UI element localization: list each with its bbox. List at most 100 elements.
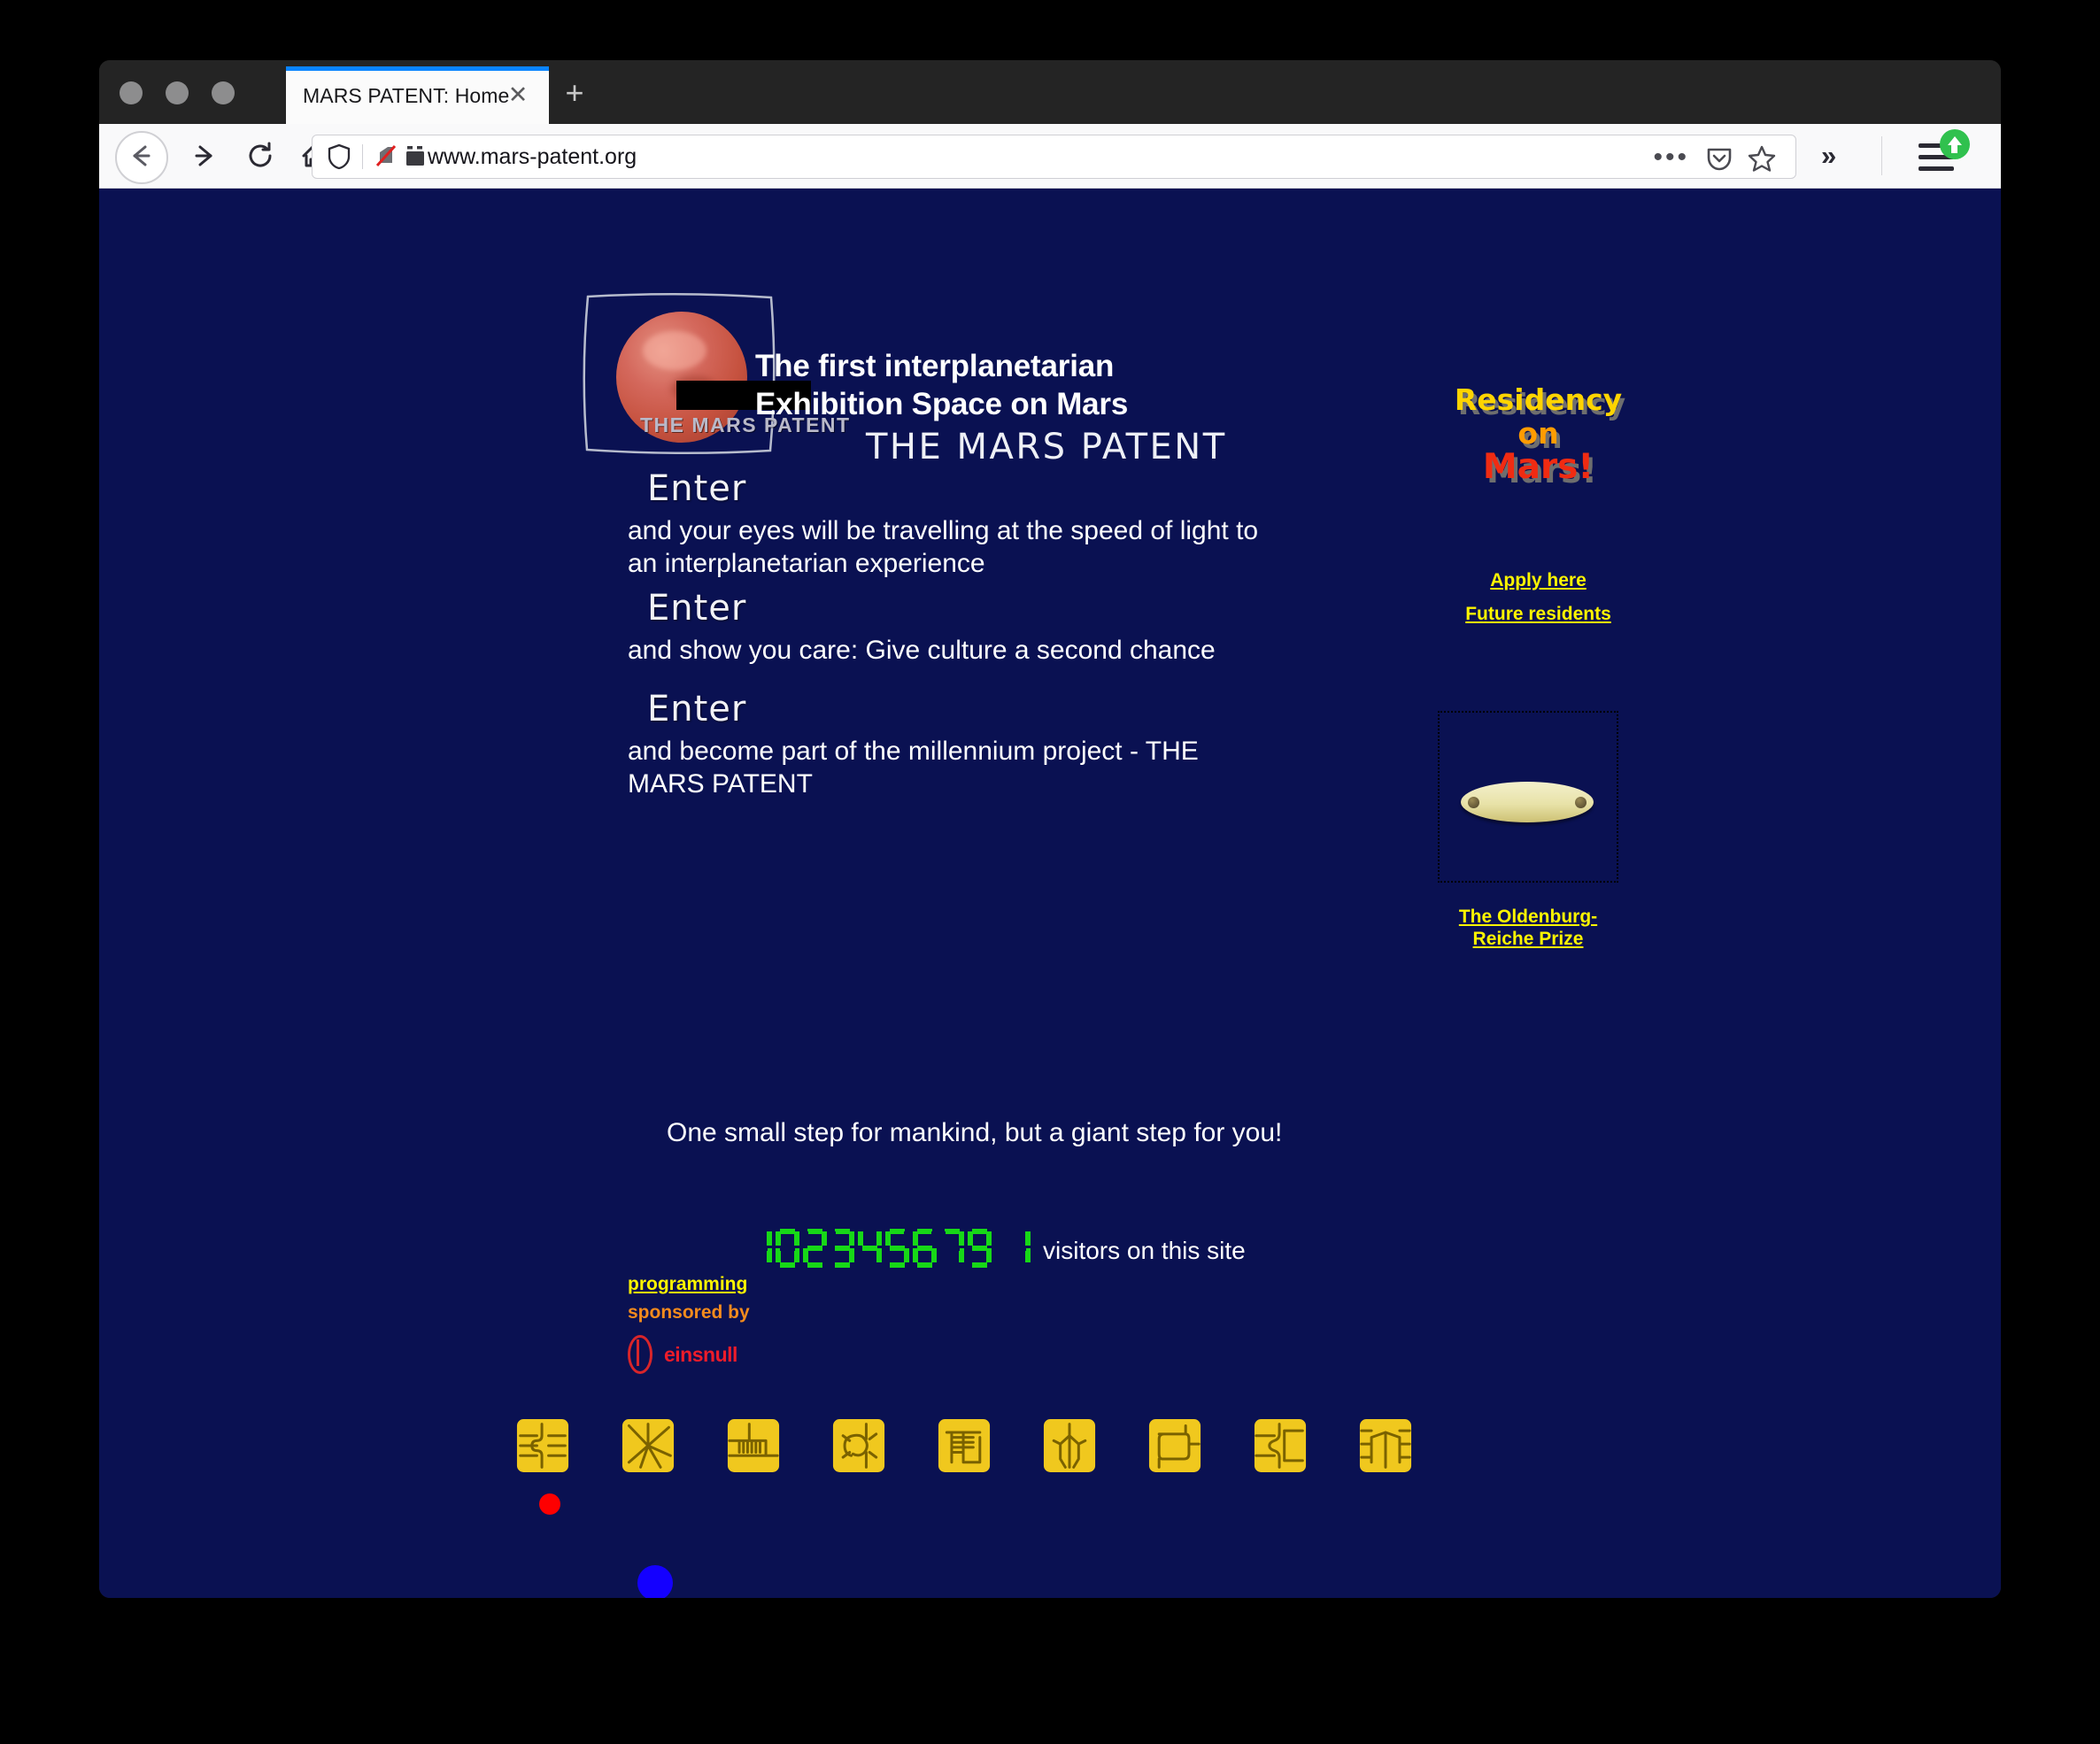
page-actions-icon[interactable]: ••• xyxy=(1653,144,1689,171)
enter-text-3: and become part of the millennium projec… xyxy=(628,737,1199,799)
chip-contacts-8-icon[interactable] xyxy=(1253,1419,1308,1472)
lcd-segment-g xyxy=(945,1246,960,1251)
lcd-trailing-digit xyxy=(1007,1229,1031,1268)
lcd-segment-b xyxy=(767,1231,772,1246)
lcd-segment-d xyxy=(753,1262,768,1268)
tab-title: MARS PATENT: Home xyxy=(303,84,510,107)
residency-banner[interactable]: Residency on Mars! xyxy=(1439,385,1638,485)
badge-rivet-left xyxy=(1468,797,1479,808)
lcd-segment-f xyxy=(940,1231,946,1246)
lcd-segment-a xyxy=(780,1229,795,1234)
page-headline: The first interplanetarian Exhibition Sp… xyxy=(755,347,1227,467)
lcd-segment-g xyxy=(972,1246,987,1251)
camera-permission-icon[interactable] xyxy=(405,144,428,167)
headline-line-3: THE MARS PATENT xyxy=(866,427,1227,467)
close-icon[interactable]: ✕ xyxy=(505,81,531,108)
enter-block-3[interactable]: Enter and become part of the millennium … xyxy=(628,689,1274,800)
chip-contacts-7-icon[interactable] xyxy=(1147,1419,1202,1472)
tagline: One small step for mankind, but a giant … xyxy=(667,1118,1283,1147)
back-arrow-icon[interactable] xyxy=(119,135,161,177)
residency-line-2: on xyxy=(1517,415,1559,451)
lcd-segment-g xyxy=(807,1246,822,1251)
chip-contacts-4-icon[interactable] xyxy=(831,1419,886,1472)
tab-active-indicator xyxy=(286,66,549,71)
programming-link[interactable]: programming xyxy=(628,1274,750,1295)
bookmark-star-icon[interactable] xyxy=(1748,144,1776,173)
lcd-segment-d xyxy=(890,1262,905,1268)
lcd-segment-f xyxy=(913,1231,918,1246)
lcd-segment-g xyxy=(917,1246,932,1251)
lcd-segment-f xyxy=(776,1231,781,1246)
lcd-segment-b xyxy=(904,1231,909,1246)
lcd-digit xyxy=(1007,1229,1031,1268)
forward-arrow-icon[interactable] xyxy=(184,135,227,177)
mars-patent-logo[interactable]: THE MARS PATENT xyxy=(575,288,849,460)
future-residents-link[interactable]: Future residents xyxy=(1439,604,1638,625)
lcd-segment-f xyxy=(885,1231,891,1246)
apply-here-link[interactable]: Apply here xyxy=(1439,570,1638,591)
lcd-segment-a xyxy=(753,1229,768,1234)
enter-link-3[interactable]: Enter xyxy=(647,689,1274,729)
red-marker-dot[interactable] xyxy=(539,1493,560,1515)
toolbar-divider xyxy=(1881,136,1882,175)
enter-link-2[interactable]: Enter xyxy=(647,588,1216,629)
enter-block-1[interactable]: Enter and your eyes will be travelling a… xyxy=(628,468,1283,580)
lcd-segment-d xyxy=(780,1262,795,1268)
update-available-badge[interactable] xyxy=(1940,129,1970,159)
lcd-segment-a xyxy=(917,1229,932,1234)
lcd-segment-a xyxy=(862,1229,877,1234)
tab-mars-patent-home[interactable]: MARS PATENT: Home ✕ xyxy=(286,66,549,124)
enter-link-1[interactable]: Enter xyxy=(647,468,1283,509)
lcd-segment-d xyxy=(917,1262,932,1268)
lcd-segment-b xyxy=(822,1231,827,1246)
lcd-segment-b xyxy=(849,1231,854,1246)
einsnull-label: einsnull xyxy=(664,1342,737,1366)
lcd-segment-a xyxy=(1011,1229,1026,1234)
lcd-segment-f xyxy=(1007,1231,1012,1246)
lcd-segment-d xyxy=(835,1262,850,1268)
address-bar[interactable]: www.mars-patent.org ••• xyxy=(312,135,1796,179)
counter-label: visitors on this site xyxy=(1043,1237,1246,1264)
reload-icon[interactable] xyxy=(239,135,282,177)
sponsored-by-label: sponsored by xyxy=(628,1302,750,1323)
lcd-segment-a xyxy=(945,1229,960,1234)
residency-line-3: Mars! xyxy=(1482,447,1594,488)
lcd-digit xyxy=(803,1229,827,1268)
browser-window: MARS PATENT: Home ✕ + www.mars-patent.or… xyxy=(99,60,2001,1598)
chip-contacts-9-icon[interactable] xyxy=(1358,1419,1413,1472)
url-text[interactable]: www.mars-patent.org xyxy=(428,144,637,170)
prize-image-box[interactable] xyxy=(1438,711,1618,883)
blue-marker-dot[interactable] xyxy=(637,1565,673,1598)
lcd-segment-g xyxy=(835,1246,850,1251)
lcd-segment-d xyxy=(945,1262,960,1268)
chip-contacts-6-icon[interactable] xyxy=(1042,1419,1097,1472)
lcd-segment-d xyxy=(972,1262,987,1268)
oval-badge-graphic xyxy=(1461,782,1594,822)
tab-strip: MARS PATENT: Home ✕ + xyxy=(99,60,2001,124)
shield-icon[interactable] xyxy=(325,143,353,171)
lcd-segment-b xyxy=(986,1231,992,1246)
enter-text-1: and your eyes will be travelling at the … xyxy=(628,516,1259,578)
lcd-segment-d xyxy=(1011,1262,1026,1268)
lcd-segment-d xyxy=(807,1262,822,1268)
lcd-segment-a xyxy=(807,1229,822,1234)
einsnull-logo[interactable]: einsnull xyxy=(628,1335,750,1374)
script-blocked-icon[interactable] xyxy=(373,143,399,170)
enter-block-2[interactable]: Enter and show you care: Give culture a … xyxy=(628,588,1216,667)
lcd-segment-a xyxy=(890,1229,905,1234)
lcd-segment-b xyxy=(794,1231,799,1246)
chip-contacts-1-icon[interactable] xyxy=(515,1419,570,1472)
overflow-chevrons-icon[interactable]: » xyxy=(1821,142,1836,169)
prize-caption-link[interactable]: The Oldenburg-Reiche Prize xyxy=(1438,906,1618,950)
lcd-segment-f xyxy=(748,1231,753,1246)
headline-line-1: The first interplanetarian xyxy=(755,349,1115,383)
chip-icon-row xyxy=(515,1419,1413,1472)
residency-line-1: Residency xyxy=(1454,382,1623,417)
chip-contacts-5-icon[interactable] xyxy=(937,1419,992,1472)
chip-contacts-2-icon[interactable] xyxy=(621,1419,676,1472)
title-bar: MARS PATENT: Home ✕ + xyxy=(99,60,2001,124)
lcd-segment-b xyxy=(959,1231,964,1246)
pocket-icon[interactable] xyxy=(1705,144,1733,173)
chip-contacts-3-icon[interactable] xyxy=(726,1419,781,1472)
plus-icon[interactable]: + xyxy=(560,77,590,110)
